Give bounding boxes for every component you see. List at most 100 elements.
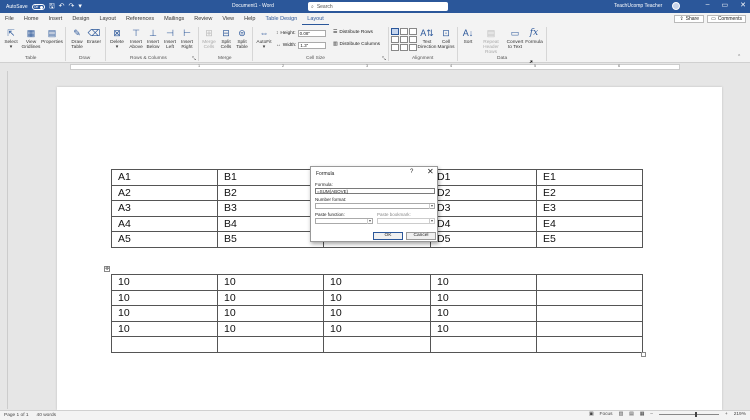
table-cell[interactable]: E2 (536, 184, 643, 201)
repeat-header-rows-button[interactable]: ▤ Repeat Header Rows (478, 28, 504, 56)
delete-button[interactable]: ⊠ Delete ▾ (108, 28, 126, 50)
table-cell[interactable]: A1 (111, 169, 218, 186)
table-cell[interactable]: B5 (217, 231, 324, 248)
document-page[interactable]: A1 B1 C1 D1 E1 A2 B2 C2 D2 E2 A3 B3 C3 D… (57, 87, 722, 410)
height-input[interactable]: 0.08" (297, 30, 326, 37)
restore-button[interactable]: ▭ (722, 1, 729, 9)
align-bottom-left-icon[interactable] (391, 44, 399, 51)
table-cell[interactable]: D1 (430, 169, 537, 186)
insert-left-button[interactable]: ⊣ Insert Left (162, 28, 178, 50)
table-resize-handle[interactable] (641, 352, 646, 357)
dialog-launcher-icon[interactable]: ⤡ (382, 56, 386, 62)
tab-design[interactable]: Design (67, 13, 94, 25)
table-cell[interactable]: E5 (536, 231, 643, 248)
table-cell[interactable]: A5 (111, 231, 218, 248)
table-cell[interactable] (536, 320, 643, 337)
share-button[interactable]: ⇪ Share (674, 15, 704, 23)
undo-icon[interactable]: ↶ (59, 3, 65, 10)
tab-layout[interactable]: Layout (94, 13, 121, 25)
save-icon[interactable]: 🖫 (49, 3, 55, 10)
table-cell[interactable]: E4 (536, 215, 643, 232)
table-cell[interactable]: 10 (217, 320, 324, 337)
focus-icon[interactable]: ▣ (589, 412, 594, 417)
table-cell[interactable]: 10 (111, 289, 218, 306)
split-table-button[interactable]: ⊜ Split Table (234, 28, 250, 50)
sort-button[interactable]: A↓ Sort (460, 28, 476, 45)
tab-table-layout[interactable]: Layout (302, 13, 329, 25)
table-cell[interactable]: E3 (536, 200, 643, 217)
dialog-launcher-icon[interactable]: ⤡ (192, 56, 196, 62)
tab-home[interactable]: Home (19, 13, 44, 25)
cancel-button[interactable]: Cancel (406, 232, 436, 240)
table-cell[interactable]: B3 (217, 200, 324, 217)
tab-references[interactable]: References (121, 13, 159, 25)
collapse-ribbon-icon[interactable]: ⌃ (737, 55, 741, 60)
user-name[interactable]: TeachUcomp Teacher (614, 3, 662, 9)
tab-table-design[interactable]: Table Design (260, 13, 302, 25)
table-cell[interactable]: D2 (430, 184, 537, 201)
align-center-icon[interactable] (400, 36, 408, 43)
table-cell[interactable]: A4 (111, 215, 218, 232)
draw-table-button[interactable]: ✎ Draw Table (68, 28, 86, 50)
eraser-button[interactable]: ⌫ Eraser (86, 28, 102, 45)
web-layout-icon[interactable]: ▦ (640, 412, 645, 417)
table-cell[interactable]: A3 (111, 200, 218, 217)
table-cell[interactable]: D4 (430, 215, 537, 232)
formula-button[interactable]: fx Formula (525, 28, 543, 45)
tab-insert[interactable]: Insert (44, 13, 68, 25)
table-cell[interactable] (111, 336, 218, 353)
table-cell[interactable] (536, 305, 643, 322)
table-cell[interactable]: 10 (323, 305, 431, 322)
insert-right-button[interactable]: ⊢ Insert Right (179, 28, 195, 50)
table-move-handle-icon[interactable]: ✥ (104, 266, 110, 272)
table-cell[interactable]: B2 (217, 184, 324, 201)
zoom-in-icon[interactable]: + (725, 412, 728, 417)
customize-qat-icon[interactable]: ▾ (78, 3, 82, 10)
page-count[interactable]: Page 1 of 1 (4, 413, 29, 418)
table-cell[interactable]: B4 (217, 215, 324, 232)
redo-icon[interactable]: ↷ (69, 3, 75, 10)
table-cell[interactable] (536, 336, 643, 353)
read-mode-icon[interactable]: ▥ (619, 412, 624, 417)
zoom-level[interactable]: 219% (734, 412, 746, 417)
width-input[interactable]: 1.3" (298, 42, 327, 49)
number-format-select[interactable]: ▼ (315, 203, 435, 209)
table-numbers[interactable]: 10 10 10 10 10 10 10 10 10 10 10 10 10 1… (111, 274, 643, 353)
formula-input[interactable]: =SUM(ABOVE) (315, 188, 435, 194)
vertical-ruler[interactable] (0, 71, 8, 409)
zoom-out-icon[interactable]: – (650, 412, 653, 417)
insert-above-button[interactable]: ⊤ Insert Above (128, 28, 144, 50)
view-gridlines-button[interactable]: ▦ View Gridlines (21, 28, 41, 50)
table-cell[interactable]: 10 (430, 320, 537, 337)
table-cell[interactable]: A2 (111, 184, 218, 201)
table-cell[interactable]: 10 (323, 320, 431, 337)
table-cell[interactable]: E1 (536, 169, 643, 186)
zoom-slider[interactable] (658, 412, 719, 417)
table-cell[interactable]: 10 (111, 320, 218, 337)
close-button[interactable]: ✕ (740, 1, 746, 9)
horizontal-ruler[interactable]: 1 2 3 4 5 6 (0, 63, 750, 71)
table-cell[interactable]: 10 (217, 289, 324, 306)
tab-view[interactable]: View (217, 13, 239, 25)
tab-help[interactable]: Help (239, 13, 260, 25)
table-cell[interactable]: 10 (323, 289, 431, 306)
table-cell[interactable]: D3 (430, 200, 537, 217)
align-center-right-icon[interactable] (409, 36, 417, 43)
table-cell[interactable]: B1 (217, 169, 324, 186)
table-cell[interactable]: 10 (217, 274, 324, 291)
align-bottom-center-icon[interactable] (400, 44, 408, 51)
minimize-button[interactable]: – (706, 1, 710, 9)
table-cell[interactable]: 10 (430, 274, 537, 291)
ok-button[interactable]: OK (373, 232, 403, 240)
select-button[interactable]: ⇱ Select ▾ (3, 28, 19, 50)
table-cell[interactable]: D5 (430, 231, 537, 248)
merge-cells-button[interactable]: ⊞ Merge Cells (201, 28, 217, 50)
avatar[interactable] (672, 2, 680, 10)
print-layout-icon[interactable]: ▤ (629, 412, 634, 417)
paste-function-select[interactable]: ▼ (315, 218, 373, 224)
word-count[interactable]: 40 words (37, 413, 56, 418)
tab-file[interactable]: File (0, 13, 19, 25)
table-cell[interactable] (217, 336, 324, 353)
table-cell[interactable]: 10 (323, 274, 431, 291)
align-center-left-icon[interactable] (391, 36, 399, 43)
